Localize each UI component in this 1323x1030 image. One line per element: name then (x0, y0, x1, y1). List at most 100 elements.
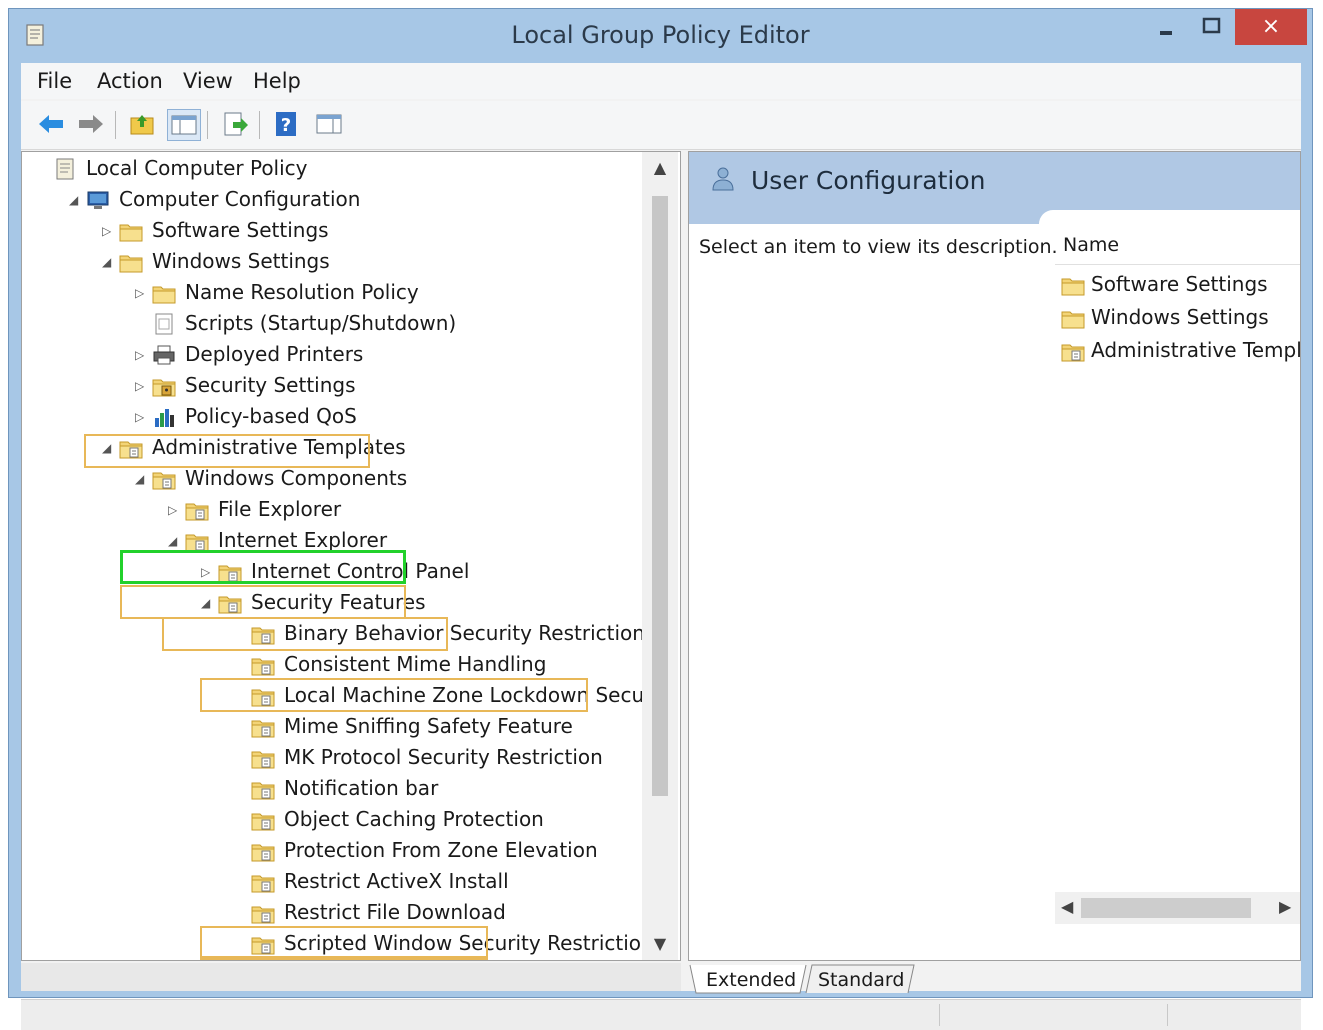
title-bar[interactable]: Local Group Policy Editor × (9, 9, 1312, 59)
close-icon: × (1261, 14, 1281, 39)
tree-item[interactable]: MK Protocol Security Restriction (22, 743, 642, 773)
tree-item[interactable]: Restrict ActiveX Install (22, 867, 642, 897)
help-button[interactable]: ? (271, 109, 303, 139)
menu-help[interactable]: Help (253, 69, 301, 93)
minimize-button[interactable] (1149, 9, 1183, 45)
admin-folder-icon (251, 875, 275, 893)
menu-bar: File Action View Help (21, 63, 1301, 99)
tree-status-area (21, 963, 681, 991)
tree-item-label: Protection From Zone Elevation (284, 838, 598, 862)
admin-folder-icon (152, 472, 176, 490)
list-item-label: Administrative Template (1091, 338, 1300, 362)
security-icon (152, 379, 176, 397)
tree-item[interactable]: Consistent Mime Handling (22, 650, 642, 680)
collapsed-arrow-icon[interactable]: ▷ (135, 380, 145, 392)
tab-extended[interactable]: Extended (706, 969, 796, 991)
show-hide-action-pane-button[interactable] (313, 109, 345, 139)
collapsed-arrow-icon[interactable]: ▷ (135, 287, 145, 299)
status-divider (1167, 1004, 1168, 1026)
details-scroll-thumb[interactable] (1081, 898, 1251, 918)
tree-item[interactable]: Mime Sniffing Safety Feature (22, 712, 642, 742)
highlight-box (200, 956, 488, 960)
console-tree-icon (171, 115, 197, 135)
tree-item[interactable]: Protection From Zone Elevation (22, 836, 642, 866)
menu-file[interactable]: File (37, 69, 72, 93)
details-header: User Configuration (689, 152, 1300, 226)
scroll-right-arrow-icon[interactable]: ▶ (1279, 897, 1291, 916)
collapsed-arrow-icon[interactable]: ▷ (135, 411, 145, 423)
admin-folder-icon (251, 906, 275, 924)
tree-item-label: Local Computer Policy (86, 156, 308, 180)
main-window: Local Group Policy Editor × File Action … (8, 8, 1313, 1030)
tree-item[interactable]: ▷ Deployed Printers (22, 340, 642, 370)
admin-folder-icon (185, 503, 209, 521)
tree-item[interactable]: Restrict File Download (22, 898, 642, 928)
collapsed-arrow-icon[interactable]: ▷ (102, 225, 112, 237)
expanded-arrow-icon[interactable]: ◢ (69, 194, 79, 206)
tree-item[interactable]: Object Caching Protection (22, 805, 642, 835)
tree-item[interactable]: Notification bar (22, 774, 642, 804)
collapsed-arrow-icon[interactable]: ▷ (135, 349, 145, 361)
column-header-divider (1055, 264, 1300, 265)
highlight-box (84, 434, 370, 468)
tree-item[interactable]: ◢ Computer Configuration (22, 185, 642, 215)
qos-chart-icon (155, 409, 174, 427)
tree-item-label: Computer Configuration (119, 187, 361, 211)
menu-view[interactable]: View (183, 69, 233, 93)
scroll-down-arrow-icon[interactable]: ▼ (642, 934, 678, 953)
tab-standard[interactable]: Standard (818, 969, 904, 991)
details-title: User Configuration (751, 166, 986, 195)
collapsed-arrow-icon[interactable]: ▷ (168, 504, 178, 516)
close-button[interactable]: × (1235, 9, 1307, 45)
tree-item-label: File Explorer (218, 497, 342, 521)
export-list-icon (224, 112, 248, 136)
expanded-arrow-icon[interactable]: ◢ (135, 473, 145, 485)
details-horizontal-scrollbar[interactable]: ◀ ▶ (1055, 892, 1300, 924)
export-list-button[interactable] (219, 109, 251, 139)
console-tree-pane[interactable]: Local Computer Policy ◢ Computer Configura… (21, 151, 681, 961)
toolbar-separator (207, 111, 208, 139)
tree-item[interactable]: Local Computer Policy (22, 154, 642, 184)
tree-item-label: MK Protocol Security Restriction (284, 745, 603, 769)
admin-folder-icon (251, 844, 275, 862)
tree-item-label: Security Settings (185, 373, 356, 397)
tree-item[interactable]: ▷ Policy-based QoS (22, 402, 642, 432)
tree-item-label: Deployed Printers (185, 342, 364, 366)
svg-text:?: ? (281, 115, 291, 136)
tree-item-label: Mime Sniffing Safety Feature (284, 714, 573, 738)
admin-folder-icon (251, 782, 275, 800)
tree-item[interactable]: Scripts (Startup/Shutdown) (22, 309, 642, 339)
tree-item[interactable]: ▷ Security Settings (22, 371, 642, 401)
tree-item[interactable]: ▷ Software Settings (22, 216, 642, 246)
name-column-header[interactable]: Name (1063, 234, 1119, 256)
header-curve (1039, 210, 1300, 226)
status-bar (21, 999, 1301, 1030)
tree-item[interactable]: ▷ File Explorer (22, 495, 642, 525)
back-button[interactable] (35, 109, 67, 139)
up-one-level-button[interactable] (127, 109, 159, 139)
toolbar-separator (115, 111, 116, 139)
tree-item-label: Name Resolution Policy (185, 280, 419, 304)
tree-item[interactable]: ◢ Windows Components (22, 464, 642, 494)
scroll-left-arrow-icon[interactable]: ◀ (1061, 897, 1073, 916)
admin-folder-icon (251, 813, 275, 831)
show-hide-console-tree-button[interactable] (167, 109, 201, 141)
admin-folder-icon (251, 658, 275, 676)
action-pane-icon (316, 114, 342, 134)
maximize-button[interactable] (1195, 9, 1229, 45)
tree-item[interactable]: ▷ Name Resolution Policy (22, 278, 642, 308)
forward-button[interactable] (75, 109, 107, 139)
tree-item-label: Restrict ActiveX Install (284, 869, 509, 893)
expanded-arrow-icon[interactable]: ◢ (168, 535, 178, 547)
tree-vertical-scrollbar[interactable]: ▲ ▼ (642, 152, 678, 960)
printer-icon (153, 345, 175, 365)
admin-folder-icon (251, 751, 275, 769)
tree-item-label: Consistent Mime Handling (284, 652, 547, 676)
tree-item[interactable]: ◢ Windows Settings (22, 247, 642, 277)
tree-scroll-thumb[interactable] (652, 196, 668, 796)
scroll-up-arrow-icon[interactable]: ▲ (642, 158, 678, 177)
folder-icon (1061, 278, 1085, 296)
expanded-arrow-icon[interactable]: ◢ (102, 256, 112, 268)
menu-action[interactable]: Action (97, 69, 163, 93)
tree-item-label: Software Settings (152, 218, 329, 242)
